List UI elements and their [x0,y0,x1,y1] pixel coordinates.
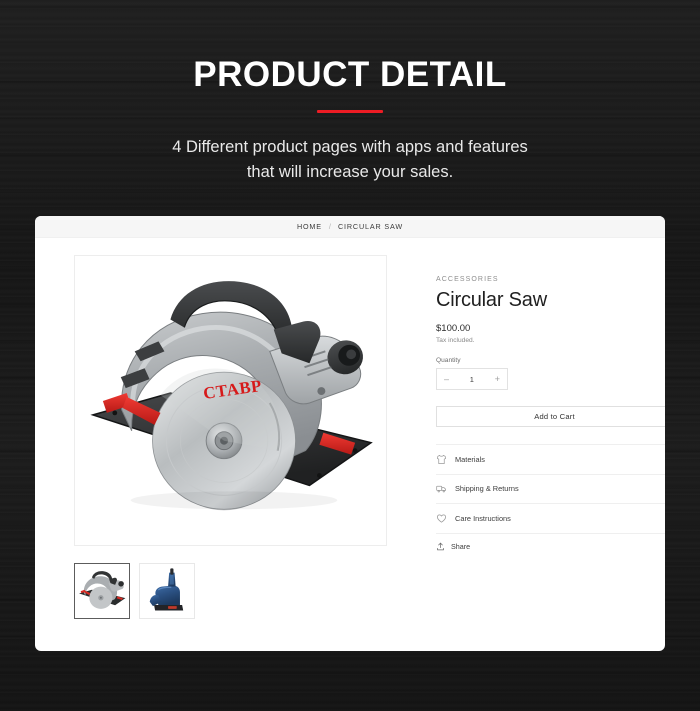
share-label: Share [451,541,471,551]
accordion-shipping-returns[interactable]: Shipping & Returns [436,473,665,504]
share-button[interactable]: Share [436,532,665,559]
breadcrumb-current: CIRCULAR SAW [338,222,404,231]
breadcrumb: HOME / CIRCULAR SAW [35,216,665,238]
hero-section: PRODUCT DETAIL 4 Different product pages… [0,0,700,185]
add-to-cart-button[interactable]: Add to Cart [436,406,665,427]
product-price: $100.00 [436,323,471,334]
chevron-down-icon[interactable] [664,514,665,523]
accordion-label: Shipping & Returns [455,484,519,494]
accordion-label: Materials [455,454,485,464]
quantity-stepper[interactable]: – 1 + [436,368,508,390]
quantity-label: Quantity [436,357,461,364]
product-gallery: СТАВР [74,255,391,619]
accordion-label: Care Instructions [455,513,511,523]
card-body: СТАВР ACCESSORIES Circular Saw $100.00 T… [35,238,665,619]
share-icon [436,542,445,551]
tshirt-icon [436,454,447,465]
page-title: PRODUCT DETAIL [193,55,507,94]
chevron-down-icon[interactable] [664,484,665,493]
product-vendor: ACCESSORIES [436,276,499,283]
thumbnail-1[interactable] [74,563,130,619]
product-title: Circular Saw [436,289,547,311]
hero-subtitle-line-2: that will increase your sales. [246,162,454,181]
quantity-increment-button[interactable]: + [495,374,500,384]
product-info: ACCESSORIES Circular Saw $100.00 Tax inc… [391,255,665,619]
quantity-value[interactable]: 1 [470,375,474,384]
thumbnail-strip [74,563,391,619]
breadcrumb-link-home[interactable]: HOME [297,222,322,231]
breadcrumb-separator: / [328,222,331,231]
heart-icon [436,513,447,524]
accordion-materials[interactable]: Materials [436,444,665,474]
main-product-image[interactable]: СТАВР [74,255,387,546]
product-detail-card: HOME / CIRCULAR SAW СТАВР ACCESSORIES Ci… [35,216,665,651]
truck-icon [436,483,447,494]
accordion-care-instructions[interactable]: Care Instructions [436,503,665,533]
tax-note: Tax included. [436,337,475,344]
hero-subtitle: 4 Different product pages with apps and … [0,135,700,185]
thumbnail-2[interactable] [139,563,195,619]
chevron-down-icon[interactable] [664,455,665,464]
quantity-decrement-button[interactable]: – [444,374,449,384]
hero-subtitle-line-1: 4 Different product pages with apps and … [172,138,528,156]
title-accent-rule [317,110,383,113]
